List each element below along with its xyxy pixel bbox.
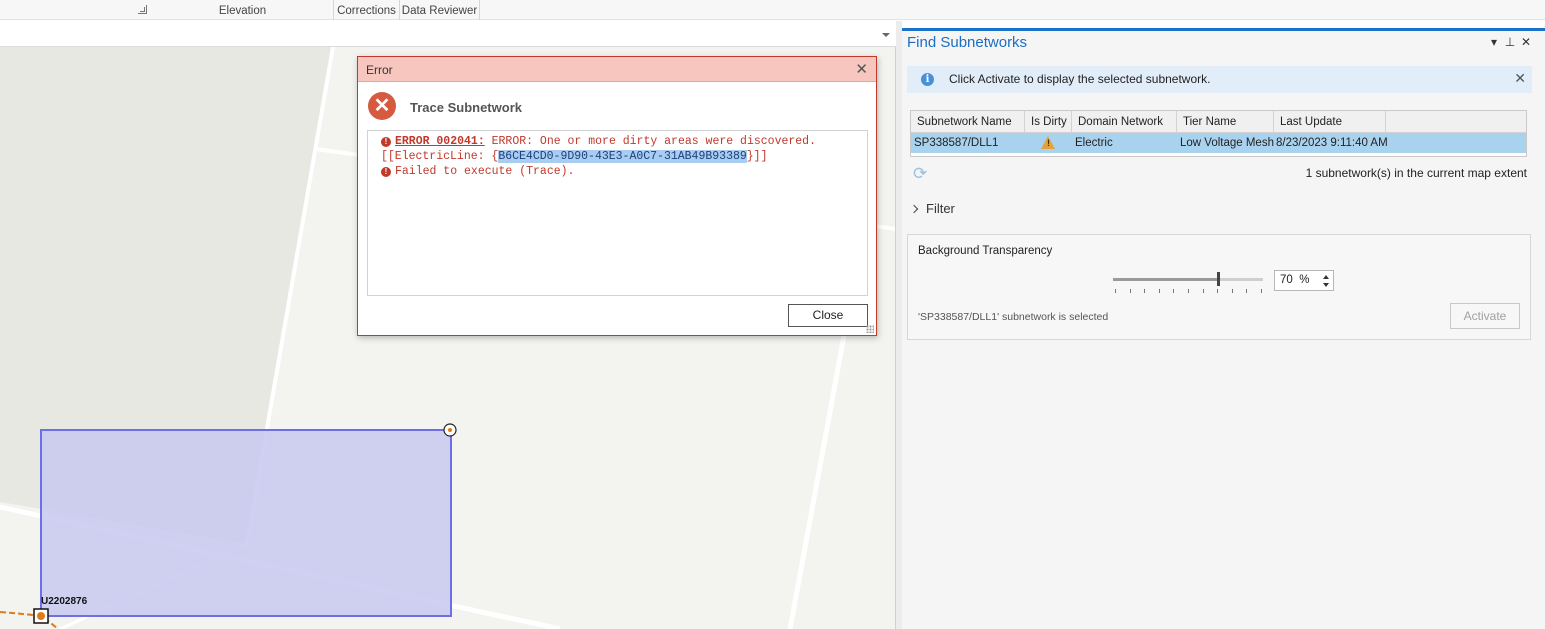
selection-status: 'SP338587/DLL1' subnetwork is selected <box>918 311 1109 323</box>
slider-tick <box>1246 289 1248 293</box>
transparency-spinner[interactable]: 70 % <box>1274 270 1334 291</box>
cell-tier-name: Low Voltage Mesh <box>1180 137 1274 149</box>
tab-overflow-icon[interactable] <box>882 33 890 37</box>
error-prefix: [[ElectricLine: { <box>381 150 499 163</box>
vertex-handle-dot <box>448 428 452 432</box>
close-button[interactable]: Close <box>788 304 868 327</box>
pane-title: Find Subnetworks <box>907 34 1028 51</box>
col-tier-name[interactable]: Tier Name <box>1177 111 1274 133</box>
ribbon-group-corrections[interactable]: Corrections <box>334 0 400 20</box>
close-pane-icon[interactable]: ✕ <box>1519 35 1533 49</box>
error-text: ERROR: One or more dirty areas were disc… <box>484 135 816 148</box>
col-last-update[interactable]: Last Update <box>1274 111 1386 133</box>
col-domain-network[interactable]: Domain Network <box>1072 111 1177 133</box>
error-small-icon: ! <box>381 167 391 177</box>
error-failed-text: Failed to execute (Trace). <box>395 165 575 178</box>
error-guid[interactable]: B6CE4CD0-9D90-43E3-A0C7-31AB49B93389 <box>498 150 747 163</box>
info-bar: i Click Activate to display the selected… <box>907 66 1532 93</box>
error-message-box[interactable]: ! ERROR 002041: ERROR: One or more dirty … <box>367 130 868 296</box>
error-dialog: Error ✕ ✕ Trace Subnetwork ! ERROR 002041… <box>357 56 877 336</box>
error-code-link[interactable]: ERROR 002041: <box>395 135 485 148</box>
info-icon: i <box>921 73 934 86</box>
slider-tick <box>1158 289 1160 293</box>
slider-thumb[interactable] <box>1217 272 1220 286</box>
dialog-launcher-icon[interactable] <box>138 5 147 14</box>
transparency-value: 70 % <box>1280 274 1310 286</box>
slider-tick <box>1217 289 1219 293</box>
slider-tick <box>1231 289 1233 293</box>
slider-tick <box>1115 289 1116 293</box>
ribbon-group-data-reviewer[interactable]: Data Reviewer <box>400 0 480 20</box>
subnetwork-table: Subnetwork Name Is Dirty Domain Network … <box>910 110 1527 157</box>
transparency-slider[interactable] <box>1113 272 1263 286</box>
cell-subnetwork-name: SP338587/DLL1 <box>914 137 999 149</box>
cell-last-update: 8/23/2023 9:11:40 AM <box>1276 137 1388 149</box>
slider-tick <box>1173 289 1175 293</box>
background-transparency-label: Background Transparency <box>918 245 1053 257</box>
slider-fill <box>1113 278 1218 281</box>
dialog-titlebar[interactable]: Error ✕ <box>358 57 876 82</box>
dismiss-info-icon[interactable]: ✕ <box>1514 70 1526 87</box>
error-suffix: }]] <box>746 150 768 163</box>
error-line-3: ! Failed to execute (Trace). <box>381 165 574 178</box>
cell-domain-network: Electric <box>1075 137 1113 149</box>
pane-options-icon[interactable]: ▾ <box>1487 35 1501 49</box>
dialog-heading: Trace Subnetwork <box>410 100 522 115</box>
spinner-down-icon[interactable] <box>1323 283 1329 287</box>
info-message: Click Activate to display the selected s… <box>949 72 1211 86</box>
table-header: Subnetwork Name Is Dirty Domain Network … <box>911 111 1526 133</box>
ribbon-strip: Elevation Corrections Data Reviewer <box>0 0 1545 20</box>
filter-expander[interactable]: Filter <box>909 201 955 216</box>
subnetwork-count: 1 subnetwork(s) in the current map exten… <box>1305 166 1527 180</box>
spinner-up-icon[interactable] <box>1323 275 1329 279</box>
col-subnetwork-name[interactable]: Subnetwork Name <box>911 111 1025 133</box>
feature-label: U2202876 <box>41 596 88 607</box>
map-tab-bar <box>0 21 896 47</box>
device-symbol-dot <box>37 612 45 620</box>
slider-tick <box>1261 289 1262 293</box>
resize-grip-icon[interactable] <box>866 325 874 333</box>
pin-icon[interactable]: ⊥ <box>1503 35 1517 49</box>
background-transparency-group: Background Transparency 70 % 'SP338587/D… <box>907 234 1531 340</box>
error-small-icon: ! <box>381 137 391 147</box>
filter-label: Filter <box>926 201 955 216</box>
slider-tick <box>1144 289 1146 293</box>
slider-tick <box>1188 289 1189 293</box>
ribbon-group-elevation[interactable]: Elevation <box>152 0 334 20</box>
refresh-icon[interactable]: ⟳ <box>913 164 927 184</box>
error-line-1: ! ERROR 002041: ERROR: One or more dirty … <box>381 135 816 148</box>
table-row[interactable]: SP338587/DLL1 ! Electric Low Voltage Mes… <box>911 133 1526 153</box>
chevron-right-icon <box>909 204 919 214</box>
slider-ticks <box>1115 289 1263 294</box>
selection-polygon <box>40 429 452 617</box>
warning-mark: ! <box>1047 138 1050 148</box>
error-line-2: [[ElectricLine: {B6CE4CD0-9D90-43E3-A0C7… <box>381 150 768 163</box>
dialog-title: Error <box>366 63 393 77</box>
find-subnetworks-pane: Find Subnetworks ▾ ⊥ ✕ i Click Activate … <box>902 28 1545 629</box>
col-is-dirty[interactable]: Is Dirty <box>1025 111 1072 133</box>
slider-tick <box>1129 289 1131 293</box>
close-dialog-icon[interactable]: ✕ <box>855 60 868 78</box>
error-icon: ✕ <box>368 92 396 120</box>
slider-tick <box>1202 289 1204 293</box>
activate-button[interactable]: Activate <box>1450 303 1520 329</box>
